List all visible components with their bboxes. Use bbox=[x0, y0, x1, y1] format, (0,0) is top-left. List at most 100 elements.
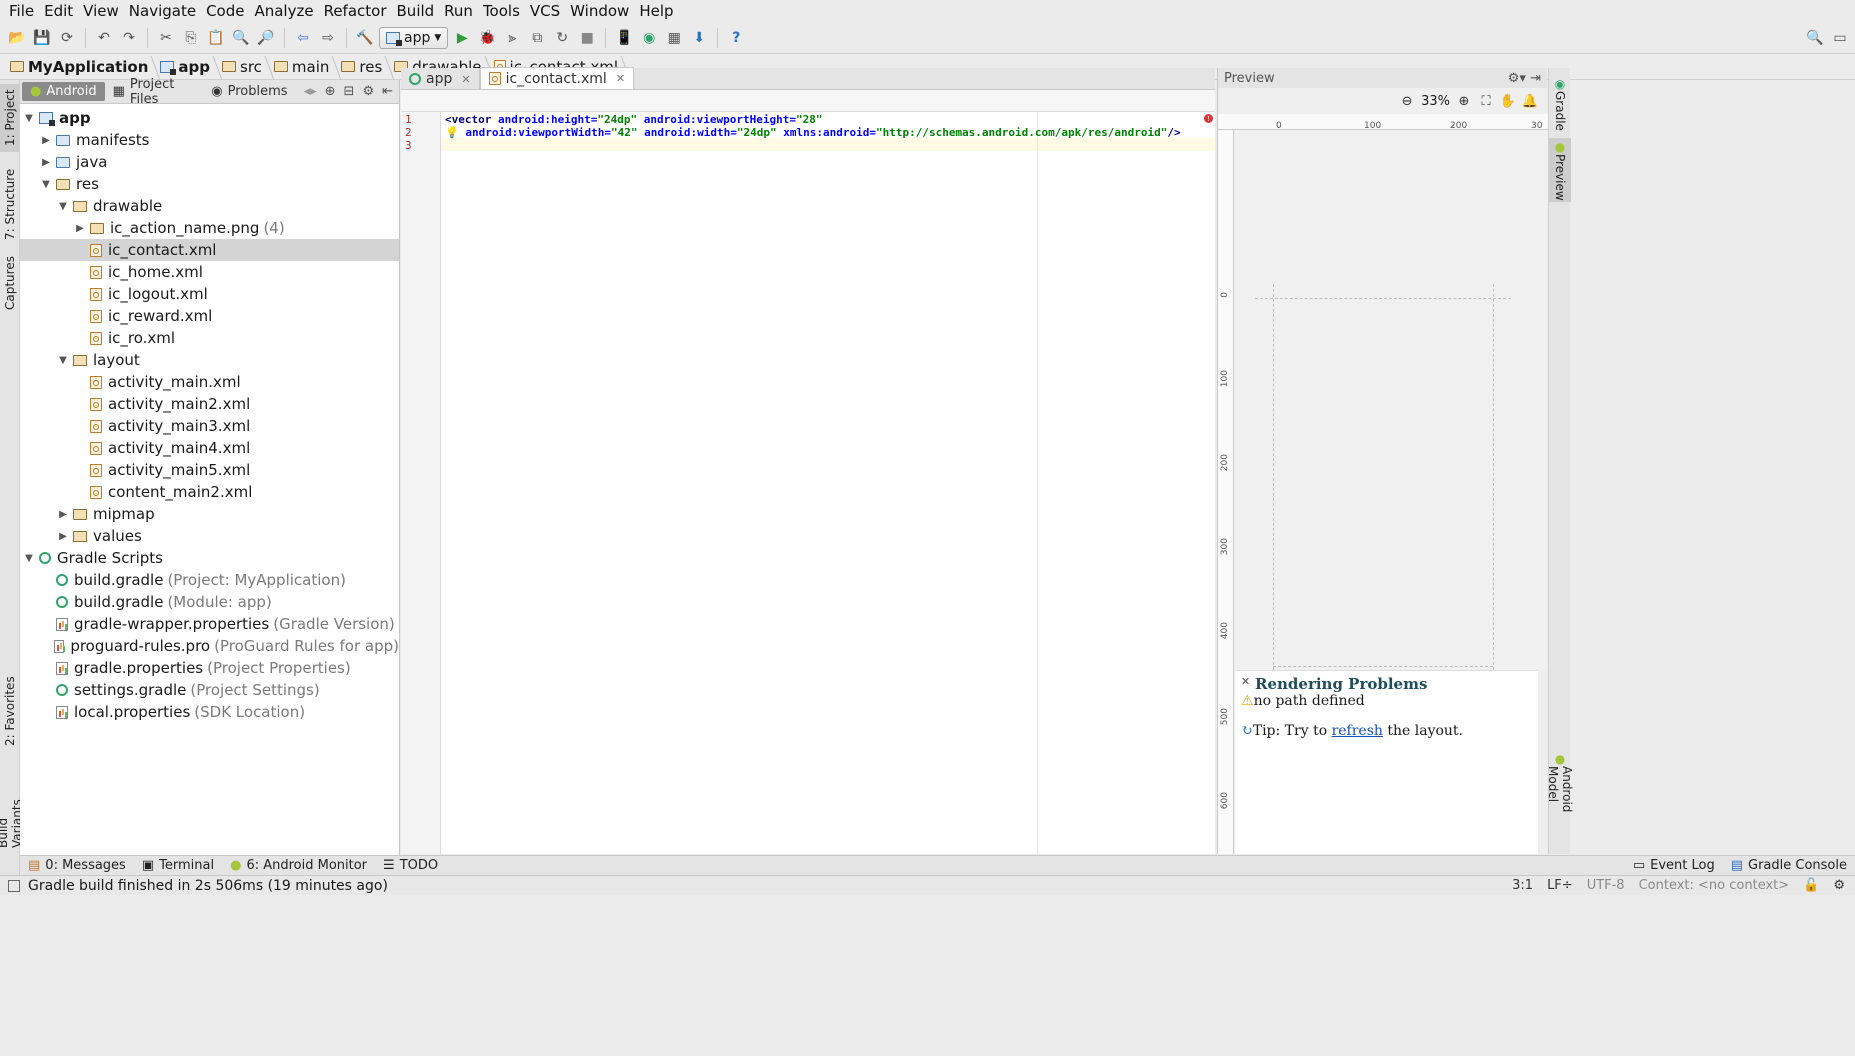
gear-icon[interactable]: ⚙▾ bbox=[1508, 71, 1526, 86]
menu-analyze[interactable]: Analyze bbox=[249, 2, 318, 20]
tree-item[interactable]: ic_contact.xml bbox=[20, 239, 399, 261]
tool-windows-toggle-icon[interactable] bbox=[8, 879, 20, 892]
editor-tab[interactable]: app ✕ bbox=[401, 69, 480, 89]
pan-hand-icon[interactable]: ✋ bbox=[1500, 93, 1516, 109]
tab-gradle-console[interactable]: ▤ Gradle Console bbox=[1723, 858, 1855, 873]
tree-item[interactable]: ic_ro.xml bbox=[20, 327, 399, 349]
tree-item[interactable]: gradle-wrapper.properties (Gradle Version… bbox=[20, 613, 399, 635]
context-indicator[interactable]: Context: <no context> bbox=[1639, 878, 1790, 893]
sync-icon[interactable]: ⟳ bbox=[56, 27, 78, 49]
tab-problems[interactable]: ◉ Problems bbox=[203, 82, 295, 101]
favorites-tool-tab[interactable]: 2: Favorites bbox=[0, 676, 20, 746]
open-folder-icon[interactable]: 📂 bbox=[6, 27, 28, 49]
menu-view[interactable]: View bbox=[78, 2, 124, 20]
tab-android-monitor[interactable]: ● 6: Android Monitor bbox=[222, 858, 375, 873]
error-indicator-icon[interactable]: ! bbox=[1204, 114, 1213, 123]
breadcrumb-item[interactable]: app bbox=[156, 58, 218, 76]
preview-tool-tab[interactable]: ● Preview bbox=[1549, 138, 1571, 202]
tree-item[interactable]: ▶ ic_action_name.png (4) bbox=[20, 217, 399, 239]
run-icon[interactable]: ▶ bbox=[451, 27, 473, 49]
close-icon[interactable]: ✕ bbox=[616, 72, 625, 85]
tree-item[interactable]: build.gradle (Module: app) bbox=[20, 591, 399, 613]
menu-tools[interactable]: Tools bbox=[478, 2, 525, 20]
structure-tool-tab[interactable]: 7: Structure bbox=[0, 164, 20, 244]
back-icon[interactable]: ⇦ bbox=[292, 27, 314, 49]
menu-window[interactable]: Window bbox=[565, 2, 634, 20]
avd-manager-icon[interactable]: 📱 bbox=[613, 27, 635, 49]
tree-item[interactable]: ▼ res bbox=[20, 173, 399, 195]
coverage-icon[interactable]: ⫸ bbox=[501, 27, 523, 49]
build-variants-tool-tab[interactable]: Build Variants bbox=[0, 766, 24, 848]
tree-item[interactable]: ▼ app bbox=[20, 107, 399, 129]
tree-item[interactable]: proguard-rules.pro (ProGuard Rules for ap… bbox=[20, 635, 399, 657]
find-icon[interactable]: 🔍 bbox=[230, 27, 252, 49]
project-tool-tab[interactable]: 1: Project bbox=[0, 84, 20, 152]
tab-event-log[interactable]: ▭ Event Log bbox=[1625, 858, 1723, 873]
tree-item[interactable]: ic_reward.xml bbox=[20, 305, 399, 327]
tree-item[interactable]: gradle.properties (Project Properties) bbox=[20, 657, 399, 679]
tree-item[interactable]: ▶ manifests bbox=[20, 129, 399, 151]
menu-file[interactable]: File bbox=[4, 2, 39, 20]
close-icon[interactable]: ✕ bbox=[1241, 675, 1250, 688]
search-icon[interactable]: 🔍 bbox=[1804, 27, 1826, 49]
run-config-select[interactable]: app ▼ bbox=[379, 26, 449, 49]
gradle-tool-tab[interactable]: ◉ Gradle bbox=[1549, 74, 1571, 134]
tab-todo[interactable]: ☰ TODO bbox=[375, 858, 446, 873]
refresh-link[interactable]: refresh bbox=[1332, 723, 1383, 739]
tree-item[interactable]: ic_home.xml bbox=[20, 261, 399, 283]
tree-item[interactable]: activity_main3.xml bbox=[20, 415, 399, 437]
save-all-icon[interactable]: 💾 bbox=[31, 27, 53, 49]
lightbulb-icon[interactable]: 💡 bbox=[445, 126, 459, 139]
debug-icon[interactable]: 🐞 bbox=[476, 27, 498, 49]
tree-item[interactable]: build.gradle (Project: MyApplication) bbox=[20, 569, 399, 591]
expand-arrow-icon[interactable]: ▼ bbox=[56, 201, 70, 212]
sdk-manager-icon[interactable]: ⬇ bbox=[688, 27, 710, 49]
menu-navigate[interactable]: Navigate bbox=[124, 2, 201, 20]
tree-item[interactable]: content_main2.xml bbox=[20, 481, 399, 503]
menu-refactor[interactable]: Refactor bbox=[319, 2, 392, 20]
tab-android[interactable]: ● Android bbox=[22, 82, 105, 101]
make-project-icon[interactable]: 🔨 bbox=[354, 27, 376, 49]
lock-icon[interactable]: 🔓 bbox=[1803, 878, 1819, 893]
breadcrumb-item[interactable]: main bbox=[270, 58, 337, 76]
redo-icon[interactable]: ↷ bbox=[118, 27, 140, 49]
expand-arrow-icon[interactable]: ▼ bbox=[39, 179, 53, 190]
profile-icon[interactable]: ⧉ bbox=[526, 27, 548, 49]
tree-item[interactable]: activity_main5.xml bbox=[20, 459, 399, 481]
tree-item[interactable]: local.properties (SDK Location) bbox=[20, 701, 399, 723]
menu-build[interactable]: Build bbox=[392, 2, 440, 20]
menu-help[interactable]: Help bbox=[634, 2, 678, 20]
preview-canvas[interactable] bbox=[1235, 130, 1548, 670]
replace-icon[interactable]: 🔎 bbox=[255, 27, 277, 49]
notification-bell-icon[interactable]: 🔔 bbox=[1522, 93, 1538, 109]
copy-icon[interactable]: ⎘ bbox=[180, 27, 202, 49]
caret-position[interactable]: 3:1 bbox=[1512, 878, 1533, 893]
tree-item[interactable]: activity_main.xml bbox=[20, 371, 399, 393]
close-icon[interactable]: ✕ bbox=[461, 73, 470, 86]
tree-item[interactable]: ▼ Gradle Scripts bbox=[20, 547, 399, 569]
breadcrumb-item[interactable]: res bbox=[337, 58, 390, 76]
fit-screen-icon[interactable]: ⛶ bbox=[1478, 93, 1494, 109]
stop-icon[interactable]: ■ bbox=[576, 27, 598, 49]
collapse-all-icon[interactable]: ⊟ bbox=[344, 84, 355, 99]
undo-icon[interactable]: ↶ bbox=[93, 27, 115, 49]
tab-terminal[interactable]: ▣ Terminal bbox=[134, 858, 222, 873]
tree-item[interactable]: ▼ drawable bbox=[20, 195, 399, 217]
memory-indicator-icon[interactable]: ⚙ bbox=[1833, 878, 1845, 893]
zoom-out-icon[interactable]: ⊖ bbox=[1399, 93, 1415, 109]
expand-arrow-icon[interactable]: ▼ bbox=[22, 553, 36, 564]
collapse-arrow-icon[interactable]: ▶ bbox=[39, 157, 53, 168]
expand-arrow-icon[interactable]: ▼ bbox=[22, 113, 36, 124]
file-encoding[interactable]: UTF-8 bbox=[1587, 878, 1625, 893]
zoom-in-icon[interactable]: ⊕ bbox=[1456, 93, 1472, 109]
menu-edit[interactable]: Edit bbox=[39, 2, 78, 20]
code-editor[interactable]: 1 2 3 <vector android:height="24dp" andr… bbox=[401, 90, 1215, 854]
tab-switch-arrows[interactable]: ◂▸ bbox=[296, 82, 325, 101]
paste-icon[interactable]: 📋 bbox=[205, 27, 227, 49]
expand-arrow-icon[interactable]: ▼ bbox=[56, 355, 70, 366]
help-icon[interactable]: ? bbox=[725, 27, 747, 49]
collapse-arrow-icon[interactable]: ▶ bbox=[56, 509, 70, 520]
gear-icon[interactable]: ⚙ bbox=[362, 84, 374, 99]
collapse-arrow-icon[interactable]: ▶ bbox=[73, 223, 87, 234]
project-structure-icon[interactable]: ▦ bbox=[663, 27, 685, 49]
